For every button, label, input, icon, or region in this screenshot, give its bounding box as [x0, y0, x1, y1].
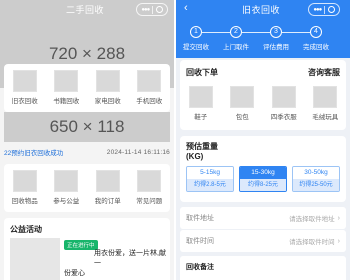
more-icon[interactable]: ●●● [141, 7, 150, 13]
order-card: 回收下单 咨询客服 鞋子 包包 四季衣服 毛绒玩具 [180, 60, 346, 130]
quick-links-grid: 回收物品 参与公益 我的订单 常见问题 [4, 164, 170, 212]
category-image [12, 70, 37, 92]
weight-option-30-50[interactable]: 30-50kg 约得25-50元 [292, 166, 340, 192]
step-1-circle: 1 [190, 26, 202, 38]
banner-placeholder-text: 720 × 288 [48, 44, 126, 63]
weight-option-15-30[interactable]: 15-30kg 约得8-25元 [239, 166, 287, 192]
category-books[interactable]: 书籍回收 [46, 70, 88, 105]
category-grid: 旧衣回收 书籍回收 家电回收 手机回收 [4, 64, 170, 112]
item-image [313, 86, 338, 108]
charity-image[interactable] [10, 238, 60, 280]
item-image [188, 86, 213, 108]
item-bags[interactable]: 包包 [222, 86, 264, 121]
step-4-label: 完成回收 [303, 44, 329, 51]
section-title: 回收下单 [186, 68, 218, 77]
charity-section: 公益活动 正在进行中 用衣份爱，送一片林,献一 份爱心 [4, 218, 170, 280]
category-image [95, 70, 120, 92]
step-2-label: 上门取件 [223, 44, 249, 51]
category-phones[interactable]: 手机回收 [129, 70, 171, 105]
chevron-left-icon[interactable]: ‹ [184, 2, 188, 14]
page-title: 旧衣回收 [242, 5, 281, 15]
section-title: 预估重量(KG) [186, 142, 218, 161]
secondary-banner-image[interactable]: 650 × 118 [4, 112, 170, 142]
home-screen: 二手回收 ●●● 720 × 288 旧衣回收 书籍回收 家电回收 手机回收 6… [0, 0, 174, 280]
top-nav-bar: ‹ 旧衣回收 ●●● 1 2 3 4 提交回收 上门取件 评估费用 完成回收 [176, 0, 350, 58]
quick-link-image [54, 170, 79, 192]
quick-link-image [137, 170, 162, 192]
item-image [230, 86, 255, 108]
step-4-circle: 4 [310, 26, 322, 38]
clothes-recycle-screen: ‹ 旧衣回收 ●●● 1 2 3 4 提交回收 上门取件 评估费用 完成回收 回… [176, 0, 350, 280]
top-nav-bar: 二手回收 ●●● [0, 0, 174, 20]
customer-service-link[interactable]: 咨询客服 [308, 67, 340, 78]
ticker-time: 2024-11-14 16:11:16 [106, 148, 170, 156]
quick-link-recycle-items[interactable]: 回收物品 [4, 170, 46, 205]
section-title: 回收备注 [186, 264, 214, 271]
item-clothes[interactable]: 四季衣服 [263, 86, 305, 121]
quick-link-my-orders[interactable]: 我的订单 [87, 170, 129, 205]
step-connector [282, 32, 310, 33]
field-label: 取件地址 [186, 215, 214, 222]
pickup-address-field[interactable]: 取件地址 请选择取件地址 › [180, 207, 346, 229]
banner-placeholder-text: 650 × 118 [49, 117, 125, 136]
ticker-message: 22预约旧衣回收成功 [4, 150, 64, 157]
step-connector [242, 32, 270, 33]
chevron-right-icon: › [337, 214, 340, 222]
close-target-icon[interactable] [327, 6, 335, 13]
quick-link-image [95, 170, 120, 192]
remark-section[interactable]: 回收备注 [180, 256, 346, 280]
field-placeholder: 请选择取件地址 [289, 216, 335, 223]
item-shoes[interactable]: 鞋子 [180, 86, 222, 121]
category-image [137, 70, 162, 92]
field-label: 取件时间 [186, 238, 214, 245]
step-2-circle: 2 [230, 26, 242, 38]
step-1-label: 提交回收 [183, 44, 209, 51]
category-appliances[interactable]: 家电回收 [87, 70, 129, 105]
quick-link-charity[interactable]: 参与公益 [46, 170, 88, 205]
category-clothes[interactable]: 旧衣回收 [4, 70, 46, 105]
chevron-right-icon: › [337, 237, 340, 245]
pickup-time-field[interactable]: 取件时间 请选择取件时间 › [180, 230, 346, 252]
step-connector [202, 32, 230, 33]
weight-estimate-card: 预估重量(KG) 5-15kg 约得2.8-5元 15-30kg 约得8-25元… [180, 136, 346, 202]
more-icon[interactable]: ●●● [313, 7, 322, 13]
charity-description[interactable]: 用衣份爱，送一片林,献一 份爱心 [64, 249, 168, 279]
item-image [271, 86, 296, 108]
mini-program-capsule[interactable]: ●●● [136, 3, 168, 16]
page-title: 二手回收 [66, 5, 105, 15]
mini-program-capsule[interactable]: ●●● [308, 3, 340, 16]
field-placeholder: 请选择取件时间 [289, 239, 335, 246]
weight-option-5-15[interactable]: 5-15kg 约得2.8-5元 [186, 166, 234, 192]
category-image [54, 70, 79, 92]
item-plush-toys[interactable]: 毛绒玩具 [305, 86, 347, 121]
step-3-circle: 3 [270, 26, 282, 38]
close-target-icon[interactable] [155, 6, 163, 13]
quick-link-faq[interactable]: 常见问题 [129, 170, 171, 205]
weight-options: 5-15kg 约得2.8-5元 15-30kg 约得8-25元 30-50kg … [186, 166, 340, 192]
step-3-label: 评估费用 [263, 44, 289, 51]
progress-steps: 1 2 3 4 提交回收 上门取件 评估费用 完成回收 [176, 26, 350, 56]
section-title: 公益活动 [10, 225, 42, 234]
quick-link-image [12, 170, 37, 192]
order-ticker: 22预约旧衣回收成功 2024-11-14 16:11:16 [4, 146, 170, 158]
